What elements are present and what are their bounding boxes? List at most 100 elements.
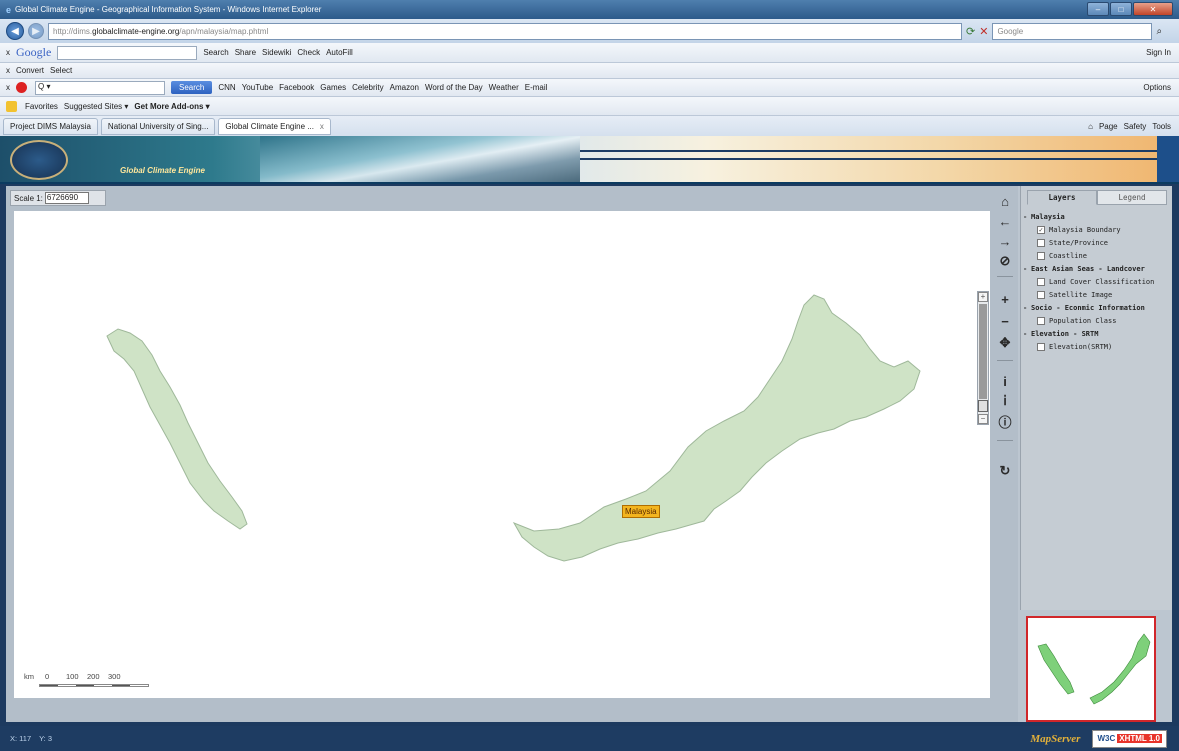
safety-menu[interactable]: Safety bbox=[1124, 122, 1147, 131]
address-path: /apn/malaysia/map.phtml bbox=[179, 26, 269, 36]
home-icon[interactable]: ⌂ bbox=[995, 192, 1015, 210]
toolbar-link-email[interactable]: E-mail bbox=[525, 83, 548, 92]
layer-group-elevation[interactable]: - Elevation - SRTM bbox=[1023, 327, 1171, 340]
site-banner: Global Climate Engine bbox=[0, 136, 1179, 184]
layer-group-socio-economic[interactable]: - Socio - Econmic Information bbox=[1023, 301, 1171, 314]
zoom-extent-icon[interactable]: ⊘ bbox=[995, 252, 1015, 270]
home-cmd-icon[interactable]: ⌂ bbox=[1088, 122, 1093, 131]
toolbar-link-celebrity[interactable]: Celebrity bbox=[352, 83, 384, 92]
layer-checkbox[interactable] bbox=[1037, 316, 1045, 325]
google-check-item[interactable]: Check bbox=[297, 48, 320, 57]
layer-item[interactable]: Satellite Image bbox=[1023, 288, 1171, 301]
close-convert-icon[interactable]: x bbox=[6, 66, 10, 75]
tab-global-climate-engine[interactable]: Global Climate Engine ... x bbox=[218, 117, 331, 135]
pan-icon[interactable]: ✥ bbox=[995, 334, 1015, 352]
layer-group-label: Elevation - SRTM bbox=[1031, 329, 1099, 338]
google-search-input[interactable] bbox=[57, 45, 198, 60]
toolbar-link-facebook[interactable]: Facebook bbox=[279, 83, 314, 92]
zoom-out-icon[interactable]: − bbox=[995, 312, 1015, 330]
zoom-in-small-button[interactable]: + bbox=[978, 292, 988, 302]
refresh-icon[interactable]: ⟳ bbox=[966, 25, 975, 38]
sign-in-link[interactable]: Sign In bbox=[1146, 48, 1171, 57]
layer-item[interactable]: Land Cover Classification bbox=[1023, 275, 1171, 288]
layer-item[interactable]: Population Class bbox=[1023, 314, 1171, 327]
layer-checkbox[interactable] bbox=[1037, 290, 1045, 299]
stop-icon[interactable]: ✕ bbox=[979, 25, 988, 38]
back-button[interactable]: ◀ bbox=[6, 22, 24, 40]
tab-layers[interactable]: Layers bbox=[1027, 190, 1097, 205]
overview-borneo-shape bbox=[1089, 633, 1151, 705]
toolbar-link-games[interactable]: Games bbox=[320, 83, 346, 92]
toolbar-link-amazon[interactable]: Amazon bbox=[390, 83, 419, 92]
banner-text: Global Climate Engine bbox=[120, 166, 205, 175]
layer-checkbox[interactable] bbox=[1037, 251, 1045, 260]
tab-legend[interactable]: Legend bbox=[1097, 190, 1167, 205]
google-search-item[interactable]: Search bbox=[203, 48, 228, 57]
tab-project-dims[interactable]: Project DIMS Malaysia bbox=[3, 117, 98, 135]
google-sidewiki-item[interactable]: Sidewiki bbox=[262, 48, 291, 57]
web-search-input[interactable]: Google bbox=[992, 22, 1153, 40]
close-search-toolbar-icon[interactable]: x bbox=[6, 83, 10, 92]
info-icon[interactable]: ⓘ bbox=[995, 412, 1015, 430]
layer-checkbox[interactable] bbox=[1037, 238, 1045, 247]
identify-icon[interactable]: i bbox=[995, 372, 1015, 390]
forward-button[interactable]: ▶ bbox=[28, 23, 44, 39]
zoom-slider[interactable]: + − bbox=[977, 291, 989, 425]
malaysia-map-label[interactable]: Malaysia bbox=[622, 505, 660, 518]
collapse-icon[interactable]: - bbox=[1023, 265, 1031, 273]
layer-group-landcover[interactable]: - East Asian Seas - Landcover bbox=[1023, 262, 1171, 275]
minimize-button[interactable]: – bbox=[1087, 2, 1109, 16]
toolbar-link-cnn[interactable]: CNN bbox=[218, 83, 235, 92]
overview-map[interactable] bbox=[1026, 616, 1156, 722]
layer-group-malaysia[interactable]: - Malaysia bbox=[1023, 210, 1171, 223]
layer-group-label: Socio - Econmic Information bbox=[1031, 303, 1145, 312]
toolbar-link-youtube[interactable]: YouTube bbox=[242, 83, 273, 92]
zoom-slider-thumb[interactable] bbox=[978, 400, 988, 412]
refresh-map-icon[interactable]: ↻ bbox=[995, 462, 1015, 480]
collapse-icon[interactable]: - bbox=[1023, 330, 1031, 338]
layer-checkbox[interactable]: ✓ bbox=[1037, 225, 1045, 234]
close-window-button[interactable]: ✕ bbox=[1133, 2, 1173, 16]
suggested-sites-link[interactable]: Suggested Sites ▾ bbox=[64, 102, 129, 111]
collapse-icon[interactable]: - bbox=[1023, 304, 1031, 312]
maximize-button[interactable]: □ bbox=[1110, 2, 1132, 16]
mapserver-badge[interactable]: MapServer bbox=[1026, 730, 1084, 748]
layer-checkbox[interactable] bbox=[1037, 277, 1045, 286]
zoom-in-icon[interactable]: + bbox=[995, 290, 1015, 308]
borneo-malaysia-shape bbox=[512, 294, 921, 562]
scale-input[interactable]: 6726690 bbox=[44, 192, 89, 204]
select-button[interactable]: Select bbox=[50, 66, 72, 75]
layer-item[interactable]: State/Province bbox=[1023, 236, 1171, 249]
google-autofill-item[interactable]: AutoFill bbox=[326, 48, 353, 57]
convert-button[interactable]: Convert bbox=[16, 66, 44, 75]
zoom-out-small-button[interactable]: − bbox=[978, 414, 988, 424]
toolbar-options[interactable]: Options bbox=[1143, 83, 1171, 92]
layer-group-label: East Asian Seas - Landcover bbox=[1031, 264, 1145, 273]
back-arrow-icon[interactable]: ← bbox=[995, 212, 1015, 230]
layer-item[interactable]: ✓ Malaysia Boundary bbox=[1023, 223, 1171, 236]
collapse-icon[interactable]: - bbox=[1023, 213, 1031, 221]
search-icon[interactable]: ⌕ bbox=[1156, 26, 1162, 37]
layer-checkbox[interactable] bbox=[1037, 342, 1045, 351]
toolbar-link-weather[interactable]: Weather bbox=[489, 83, 519, 92]
layer-item[interactable]: Elevation(SRTM) bbox=[1023, 340, 1171, 353]
close-toolbar-icon[interactable]: x bbox=[6, 48, 10, 57]
toolbar-link-word-of-day[interactable]: Word of the Day bbox=[425, 83, 483, 92]
get-addons-link[interactable]: Get More Add-ons ▾ bbox=[134, 102, 209, 111]
tab-nus[interactable]: National University of Sing... bbox=[100, 117, 216, 135]
toolbar-search-input[interactable]: Q ▾ bbox=[35, 80, 165, 95]
zoom-slider-track[interactable] bbox=[979, 304, 987, 399]
forward-arrow-icon[interactable]: → bbox=[995, 232, 1015, 250]
address-field[interactable]: http://dims. globalclimate-engine.org/apn… bbox=[48, 22, 962, 40]
map-canvas[interactable]: Malaysia km 0 100 200 300 + − bbox=[14, 211, 990, 698]
tools-menu[interactable]: Tools bbox=[1152, 122, 1171, 131]
google-share-item[interactable]: Share bbox=[235, 48, 256, 57]
layer-item[interactable]: Coastline bbox=[1023, 249, 1171, 262]
toolbar-search-button[interactable]: Search bbox=[171, 81, 213, 94]
identify-all-icon[interactable]: ⅰ bbox=[995, 392, 1015, 410]
page-menu[interactable]: Page bbox=[1099, 122, 1118, 131]
w3c-badge[interactable]: W3C XHTML 1.0 bbox=[1092, 729, 1167, 748]
overview-peninsula-shape bbox=[1037, 643, 1075, 695]
favorites-button[interactable]: Favorites bbox=[25, 102, 58, 111]
close-tab-icon[interactable]: x bbox=[320, 122, 324, 131]
